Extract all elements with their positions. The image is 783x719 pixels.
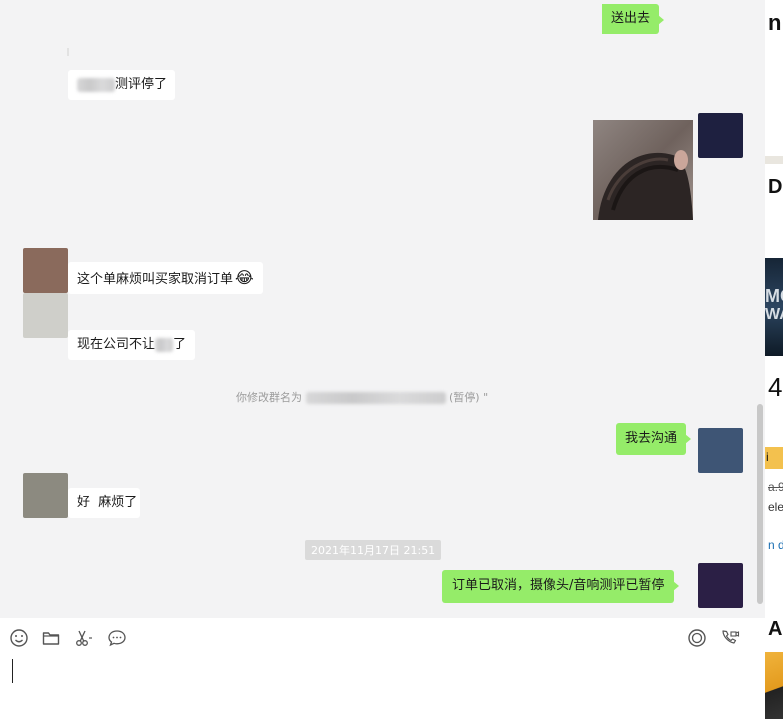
laughing-emoji-icon: 😂 <box>235 268 254 287</box>
video-call-icon[interactable] <box>720 628 740 648</box>
edge-poster-text: WA <box>765 306 783 323</box>
image-message[interactable] <box>593 120 693 220</box>
edge-poster: MO WA <box>765 258 783 356</box>
redacted-group-name <box>305 392 446 404</box>
text-caret <box>12 659 13 683</box>
edge-badge-text: i <box>766 450 769 464</box>
message-text-end: 了 <box>173 337 187 352</box>
message-input[interactable] <box>0 650 765 719</box>
system-notice-rename: 你修改群名为 (暂停) " <box>236 389 488 405</box>
message-text: 现在公司不让 <box>77 337 156 352</box>
emoji-icon[interactable] <box>9 628 29 648</box>
scissors-icon[interactable] <box>74 628 94 648</box>
message-received-2[interactable]: 测评停了 <box>68 70 175 100</box>
sender-avatar-4[interactable] <box>23 248 68 293</box>
sender-avatar-7[interactable] <box>23 473 68 518</box>
sender-avatar-5[interactable] <box>23 293 68 338</box>
folder-icon[interactable] <box>41 628 61 648</box>
message-text: 我去沟通 <box>625 431 678 446</box>
chat-history[interactable]: 送出去 测评停了 这个单麻烦叫买家取消订单 😂 现在公司不让 了 你修改群名为 … <box>0 0 765 618</box>
chat-scrollbar[interactable] <box>757 404 763 604</box>
edge-image <box>765 652 783 719</box>
edge-text: 4 <box>768 372 783 402</box>
redacted-text <box>77 77 115 92</box>
edge-link: n d <box>768 538 783 552</box>
message-text: 订单已取消，摄像头/音响测评已暂停 <box>452 578 665 593</box>
my-avatar[interactable] <box>698 428 743 473</box>
message-sent-6[interactable]: 我去沟通 <box>616 423 692 455</box>
chat-bubble-icon[interactable] <box>107 628 127 648</box>
message-sent-8[interactable]: 订单已取消，摄像头/音响测评已暂停 <box>442 570 680 603</box>
my-avatar[interactable] <box>698 113 743 158</box>
edge-text: D <box>768 176 783 198</box>
edge-text: a.99 <box>768 480 783 494</box>
message-sent-1[interactable]: 送出去 <box>602 4 665 34</box>
message-received-7[interactable]: 好 麻烦了 <box>68 488 140 518</box>
redacted-text <box>155 337 174 352</box>
message-timestamp: 2021年11月17日 21:51 <box>305 540 442 560</box>
edge-text: n <box>768 10 782 35</box>
system-notice-suffix: (暂停) <box>449 391 484 404</box>
live-icon[interactable] <box>687 628 707 648</box>
edge-text: Ar <box>768 618 783 640</box>
edge-text: elec <box>768 500 783 514</box>
photo-thumbnail <box>593 120 693 220</box>
system-notice-text: 你修改群名为 <box>236 391 302 404</box>
message-text: 好 麻烦了 <box>77 495 138 510</box>
edge-badge: i <box>765 447 783 469</box>
edge-poster-text: MO <box>765 286 783 306</box>
message-received-5[interactable]: 现在公司不让 了 <box>68 330 196 360</box>
message-text: 这个单麻烦叫买家取消订单 <box>77 272 234 287</box>
sender-avatar-2[interactable] <box>67 48 69 56</box>
message-text: 测评停了 <box>115 77 168 92</box>
my-avatar[interactable] <box>698 563 743 608</box>
message-text: 送出去 <box>611 11 651 26</box>
message-received-4[interactable]: 这个单麻烦叫买家取消订单 😂 <box>68 262 263 294</box>
edge-divider <box>765 156 783 164</box>
background-window-edge: n D MO WA 4 i a.99 elec n d Ar <box>765 0 783 719</box>
system-notice-quote: " <box>483 391 489 404</box>
